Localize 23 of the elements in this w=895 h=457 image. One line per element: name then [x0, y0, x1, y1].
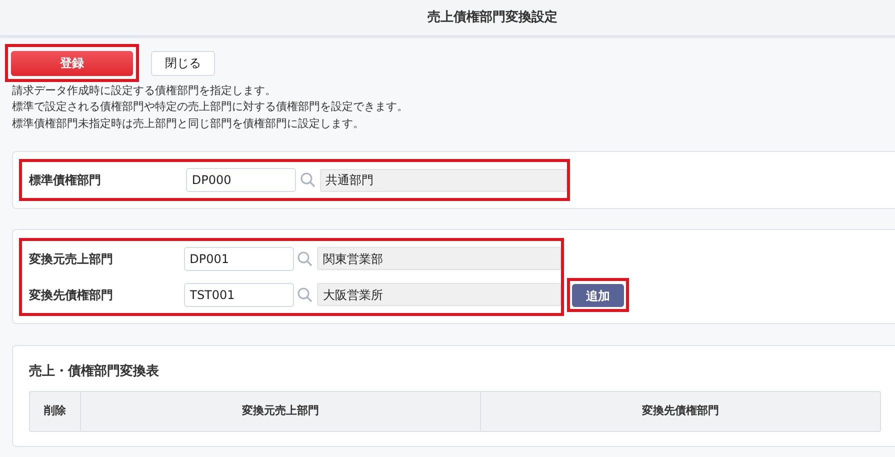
- code-field[interactable]: DP000: [186, 168, 296, 192]
- search-icon[interactable]: [297, 286, 314, 302]
- search-icon[interactable]: [297, 250, 314, 266]
- search-icon[interactable]: [300, 172, 316, 188]
- name-display: 共通部門: [320, 168, 567, 192]
- description-text: 請求データ作成時に設定する債権部門を指定します。: [12, 82, 277, 98]
- name-display: 大阪営業所: [317, 283, 561, 306]
- column-header: 変換先債権部門: [480, 392, 880, 430]
- field-label: 標準債権部門: [29, 172, 102, 189]
- code-field[interactable]: TST001: [184, 282, 294, 306]
- page-title: 売上債権部門変換設定: [428, 8, 558, 27]
- name-display: 関東営業部: [317, 247, 561, 270]
- description-text: 標準債権部門未指定時は売上部門と同じ部門を債権部門に設定します。: [12, 116, 365, 132]
- table-title: 売上・債権部門変換表: [29, 362, 160, 381]
- code-field[interactable]: DP001: [184, 246, 294, 270]
- column-header: 変換元売上部門: [80, 392, 480, 430]
- column-header: 削除: [43, 402, 67, 419]
- description-text: 標準で設定される債権部門や特定の売上部門に対する債権部門を設定できます。: [12, 99, 409, 115]
- register-button[interactable]: 登録: [11, 50, 133, 76]
- close-button[interactable]: 閉じる: [151, 50, 215, 76]
- add-button[interactable]: 追加: [572, 284, 624, 308]
- field-label: 変換元売上部門: [29, 250, 114, 268]
- field-label: 変換先債権部門: [29, 286, 114, 304]
